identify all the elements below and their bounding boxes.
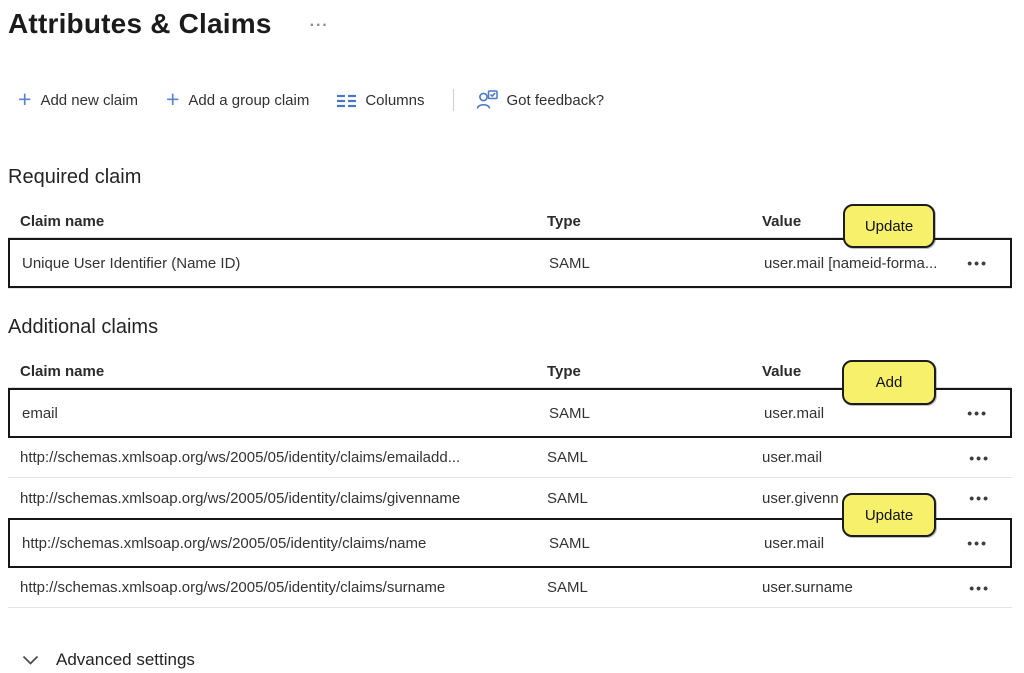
annotation-label: Update <box>864 506 914 524</box>
claim-name-cell: http://schemas.xmlsoap.org/ws/2005/05/id… <box>20 579 446 596</box>
advanced-settings-label: Advanced settings <box>56 650 195 669</box>
ellipsis-icon: ••• <box>967 255 988 271</box>
claim-type-cell: SAML <box>549 254 590 272</box>
claim-name-column-header: Claim name <box>20 213 105 230</box>
attributes-claims-page: Attributes & Claims ··· + Add new claim … <box>0 0 1024 673</box>
chevron-down-icon <box>22 655 39 666</box>
claim-value-cell: user.mail <box>764 404 825 422</box>
feedback-person-icon <box>476 90 498 110</box>
row-menu-button[interactable]: ••• <box>965 578 994 598</box>
add-new-claim-label: Add new claim <box>40 91 138 109</box>
add-new-claim-button[interactable]: + Add new claim <box>18 85 138 112</box>
required-claim-heading: Required claim <box>8 166 142 188</box>
claim-value-cell: user.surname <box>762 579 853 596</box>
annotation-sticker-add: Add <box>842 360 936 405</box>
row-menu-button[interactable]: ••• <box>963 533 992 553</box>
claim-name-column-header: Claim name <box>20 363 105 380</box>
claim-type-cell: SAML <box>547 579 588 596</box>
claim-name-cell: http://schemas.xmlsoap.org/ws/2005/05/id… <box>22 534 427 552</box>
ellipsis-icon: ••• <box>969 579 990 596</box>
table-row[interactable]: http://schemas.xmlsoap.org/ws/2005/05/id… <box>8 438 1012 478</box>
row-menu-button[interactable]: ••• <box>965 448 994 468</box>
claim-value-cell: user.mail <box>764 534 825 552</box>
ellipsis-icon: ••• <box>967 405 988 421</box>
type-column-header: Type <box>547 213 581 230</box>
title-more-menu-button[interactable]: ··· <box>310 17 329 35</box>
row-menu-button[interactable]: ••• <box>963 403 992 423</box>
ellipsis-icon: ••• <box>967 535 988 551</box>
row-menu-button[interactable]: ••• <box>963 253 992 273</box>
got-feedback-label: Got feedback? <box>506 91 605 109</box>
claim-name-cell: Unique User Identifier (Name ID) <box>22 254 241 272</box>
annotation-label: Update <box>864 217 914 235</box>
advanced-settings-toggle[interactable]: Advanced settings <box>22 650 195 670</box>
ellipsis-icon: ••• <box>969 449 990 466</box>
ellipsis-icon: ··· <box>309 17 329 34</box>
toolbar-divider <box>452 89 454 111</box>
add-group-claim-label: Add a group claim <box>188 91 310 109</box>
claim-type-cell: SAML <box>547 489 588 507</box>
claim-value-cell: user.mail [nameid-forma... <box>764 254 938 272</box>
claim-type-cell: SAML <box>549 534 590 552</box>
add-group-claim-button[interactable]: + Add a group claim <box>165 85 310 112</box>
columns-button[interactable]: Columns <box>337 91 425 109</box>
columns-label: Columns <box>365 91 425 109</box>
row-menu-button[interactable]: ••• <box>965 488 994 508</box>
table-row[interactable]: http://schemas.xmlsoap.org/ws/2005/05/id… <box>8 568 1012 608</box>
plus-icon: + <box>18 85 32 112</box>
claim-name-cell: http://schemas.xmlsoap.org/ws/2005/05/id… <box>20 489 461 507</box>
claim-name-cell: email <box>22 404 58 422</box>
claim-name-cell: http://schemas.xmlsoap.org/ws/2005/05/id… <box>20 449 461 466</box>
ellipsis-icon: ••• <box>969 490 990 506</box>
claim-type-cell: SAML <box>547 449 588 466</box>
plus-icon: + <box>165 85 180 112</box>
annotation-sticker-update-required: Update <box>843 204 935 248</box>
columns-icon <box>337 93 357 108</box>
annotation-sticker-update-name: Update <box>842 493 936 537</box>
additional-claims-heading: Additional claims <box>8 316 159 338</box>
claim-value-cell: user.mail <box>762 449 823 466</box>
command-bar: + Add new claim + Add a group claim Colu… <box>18 86 1024 114</box>
page-title: Attributes & Claims <box>8 8 272 39</box>
claim-type-cell: SAML <box>549 404 590 422</box>
page-header: Attributes & Claims ··· <box>0 0 1024 40</box>
type-column-header: Type <box>547 363 581 380</box>
annotation-label: Add <box>875 374 903 391</box>
got-feedback-button[interactable]: Got feedback? <box>476 90 605 110</box>
